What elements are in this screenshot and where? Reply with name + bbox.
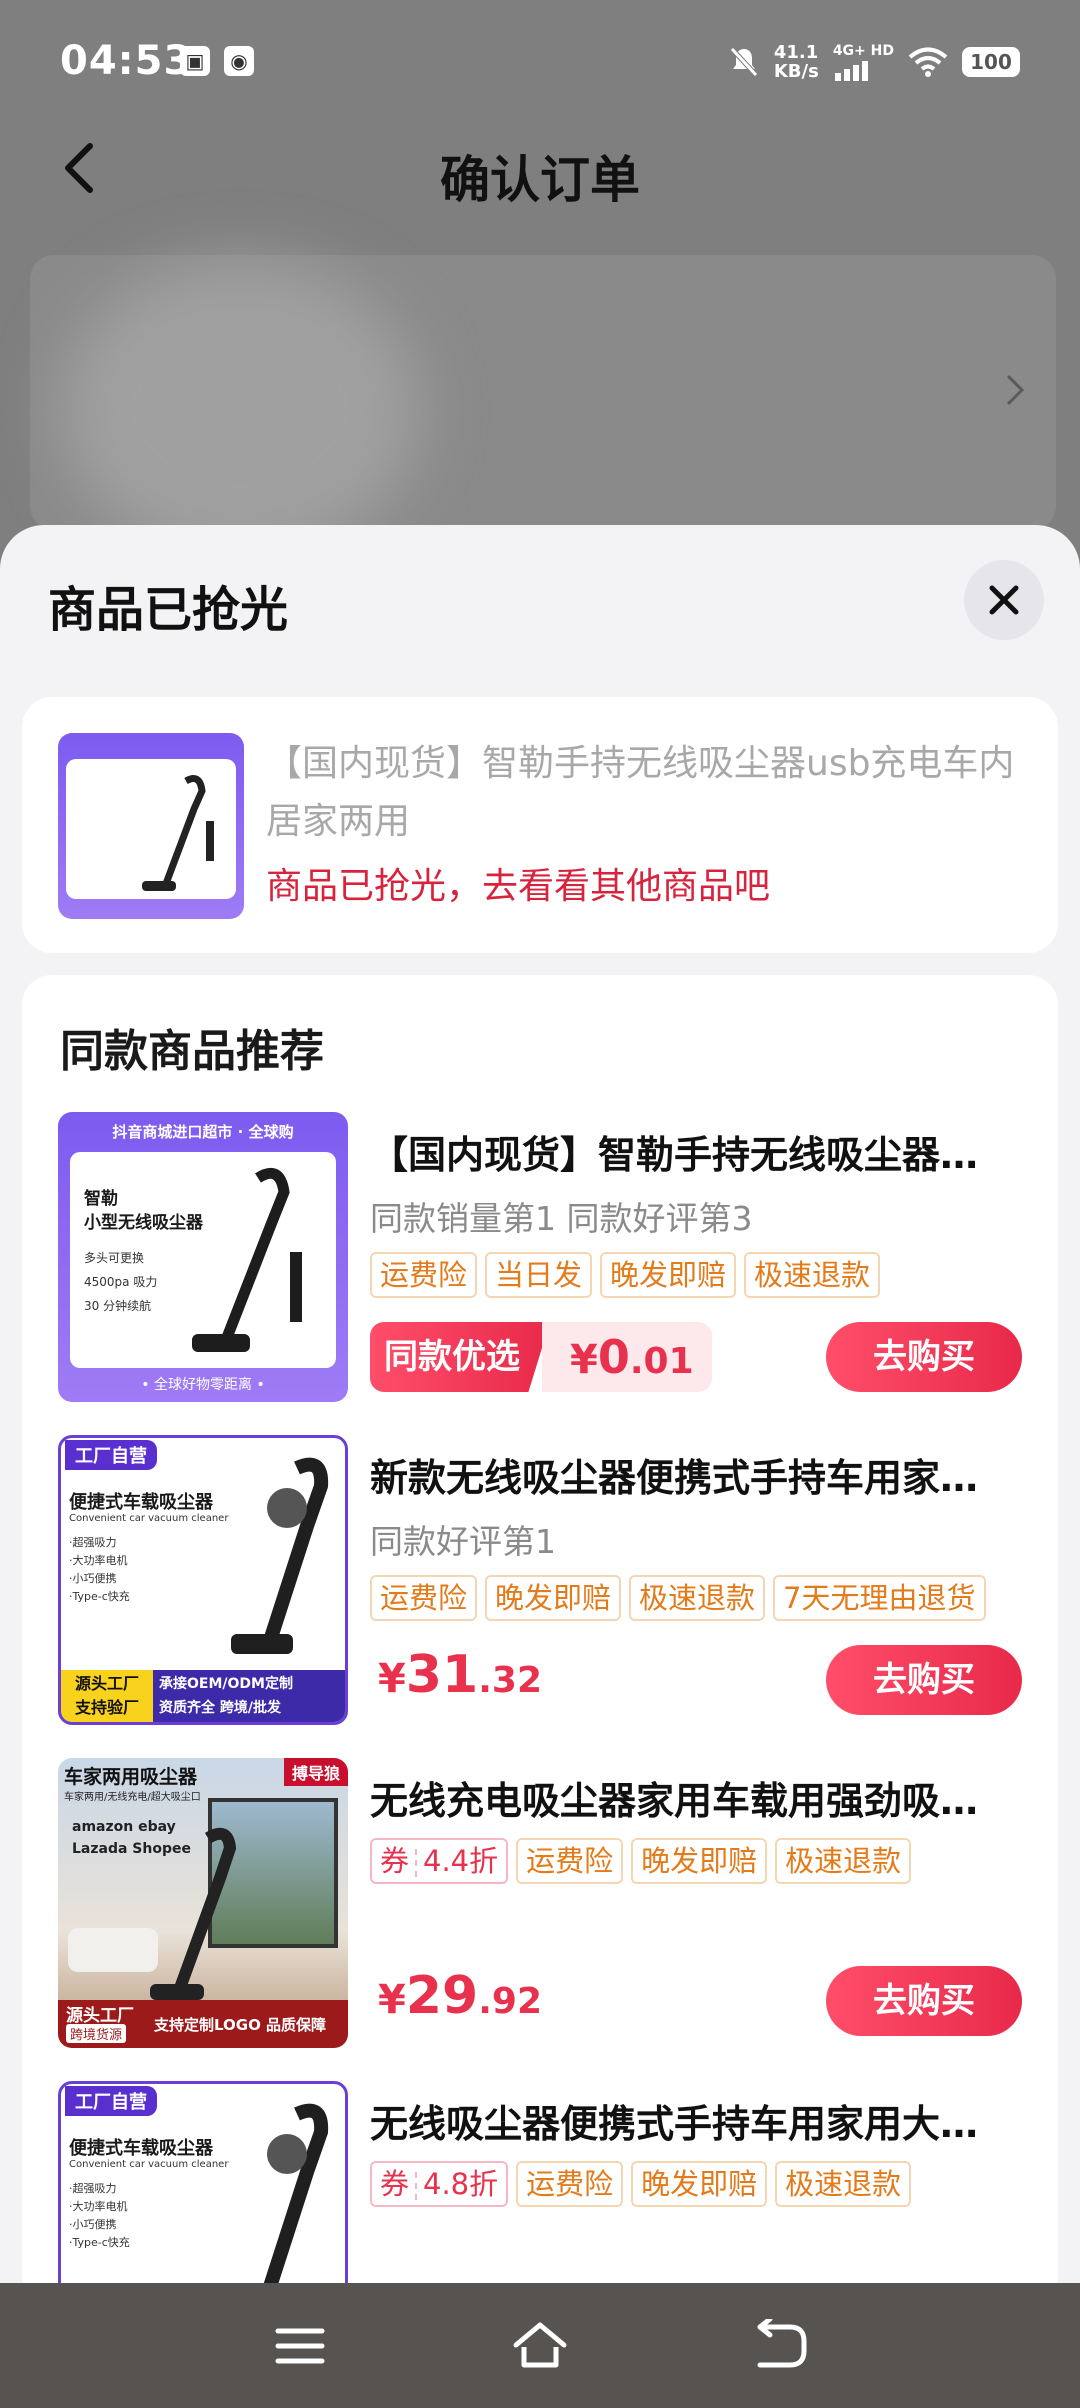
qq-app-icon: ◉ <box>224 46 254 76</box>
recommendation-list: 同款商品推荐 抖音商城进口超市 · 全球购 智勒 小型无线吸尘器 多头可更换 4… <box>22 975 1058 2285</box>
page-title: 确认订单 <box>440 151 640 209</box>
soldout-product-card: 【国内现货】智勒手持无线吸尘器usb充电车内居家两用 商品已抢光，去看看其他商品… <box>22 697 1058 953</box>
signal-icon <box>834 61 868 81</box>
tag: 晚发即赔 <box>485 1575 622 1621</box>
soldout-sheet: 商品已抢光 【国内现货】智勒手持无线吸尘器usb充电车内居家两用 商品已抢光，去… <box>0 525 1080 2285</box>
close-button[interactable] <box>964 560 1044 640</box>
service-tags: 运费险 晚发即赔 极速退款 7天无理由退货 <box>370 1575 986 1621</box>
price: ¥31.32 <box>378 1645 542 1705</box>
product-rank: 同款销量第1 同款好评第3 <box>370 1199 753 1238</box>
buy-button[interactable]: 去购买 <box>826 1645 1022 1715</box>
tag: 极速退款 <box>744 1252 881 1298</box>
coupon-tag[interactable]: 券 4.8折 <box>370 2161 509 2207</box>
soldout-product-image <box>58 733 244 919</box>
mute-icon <box>730 47 758 77</box>
product-name: 【国内现货】智勒手持无线吸尘器… <box>370 1133 979 1177</box>
price: ¥0.01 <box>542 1322 712 1392</box>
list-item[interactable]: 工厂自营 便捷式车载吸尘器 Convenient car vacuum clea… <box>22 2081 1058 2285</box>
tag: 运费险 <box>370 1252 478 1298</box>
image-foot-text: • 全球好物零距离 • <box>141 1377 265 1393</box>
tag: 极速退款 <box>629 1575 766 1621</box>
image-banner-text: 抖音商城进口超市 · 全球购 <box>112 1123 294 1141</box>
vacuum-icon <box>192 1167 302 1352</box>
buy-button[interactable]: 去购买 <box>826 1322 1022 1392</box>
network-type: 4G+ HD <box>832 43 894 59</box>
coupon-tag[interactable]: 券 4.4折 <box>370 1838 509 1884</box>
home-icon[interactable] <box>510 2319 570 2373</box>
image-footer: 源头工厂 支持验厂 承接OEM/ODM定制 资质齐全 跨境/批发 <box>61 1670 345 1722</box>
buy-button[interactable]: 去购买 <box>826 1966 1022 2036</box>
recommendation-title: 同款商品推荐 <box>60 1026 324 1077</box>
product-image: 工厂自营 便捷式车载吸尘器 Convenient car vacuum clea… <box>58 1435 348 1725</box>
back-arrow-icon[interactable] <box>750 2319 810 2373</box>
list-item[interactable]: 工厂自营 便捷式车载吸尘器 Convenient car vacuum clea… <box>22 1435 1058 1735</box>
tag: 7天无理由退货 <box>773 1575 986 1621</box>
product-name: 新款无线吸尘器便携式手持车用家… <box>370 1456 979 1500</box>
product-image: 工厂自营 便捷式车载吸尘器 Convenient car vacuum clea… <box>58 2081 348 2285</box>
tag: 运费险 <box>370 1575 478 1621</box>
product-image: 抖音商城进口超市 · 全球购 智勒 小型无线吸尘器 多头可更换 4500pa 吸… <box>58 1112 348 1402</box>
tag: 运费险 <box>516 2161 624 2207</box>
tag: 当日发 <box>485 1252 593 1298</box>
menu-icon[interactable] <box>270 2319 330 2373</box>
service-tags: 券 4.4折 运费险 晚发即赔 极速退款 <box>370 1838 912 1884</box>
clock: 04:53 <box>60 38 193 84</box>
product-name: 无线充电吸尘器家用车载用强劲吸… <box>370 1779 979 1823</box>
list-item[interactable]: 车家两用吸尘器 搏导狼 车家两用/无线充电/超大吸尘口 amazon ebay L… <box>22 1758 1058 2058</box>
soldout-product-name: 【国内现货】智勒手持无线吸尘器usb充电车内居家两用 <box>266 743 1015 842</box>
system-nav-bar <box>0 2283 1080 2408</box>
sheet-title: 商品已抢光 <box>48 582 289 638</box>
vacuum-icon <box>142 775 214 891</box>
tag: 极速退款 <box>775 2161 912 2207</box>
service-tags: 券 4.8折 运费险 晚发即赔 极速退款 <box>370 2161 912 2207</box>
price: ¥29.92 <box>378 1966 542 2026</box>
tag: 晚发即赔 <box>600 1252 737 1298</box>
signal-group: 4G+ HD <box>833 43 894 81</box>
product-name: 无线吸尘器便携式手持车用家用大… <box>370 2102 979 2146</box>
image-footer: 源头工厂 跨境货源 支持定制LOGO 品质保障 <box>58 2000 348 2048</box>
product-image: 车家两用吸尘器 搏导狼 车家两用/无线充电/超大吸尘口 amazon ebay L… <box>58 1758 348 2048</box>
list-item[interactable]: 抖音商城进口超市 · 全球购 智勒 小型无线吸尘器 多头可更换 4500pa 吸… <box>22 1112 1058 1412</box>
promo-badge: 同款优选 <box>370 1322 550 1392</box>
battery-indicator: 100 <box>962 47 1020 77</box>
service-tags: 运费险 当日发 晚发即赔 极速退款 <box>370 1252 881 1298</box>
net-speed: 41.1 KB/s <box>773 42 819 82</box>
tag: 晚发即赔 <box>631 1838 768 1884</box>
vacuum-icon <box>263 2103 329 2285</box>
page-header: 确认订单 <box>0 110 1080 230</box>
close-icon <box>989 585 1019 615</box>
redacted-address <box>60 260 420 560</box>
soldout-message: 商品已抢光，去看看其他商品吧 <box>266 866 771 907</box>
chevron-right-icon[interactable] <box>1000 370 1030 410</box>
product-rank: 同款好评第1 <box>370 1522 556 1561</box>
tag: 极速退款 <box>775 1838 912 1884</box>
tag: 晚发即赔 <box>631 2161 768 2207</box>
tag: 运费险 <box>516 1838 624 1884</box>
wifi-icon <box>908 47 948 77</box>
status-icons: 41.1 KB/s 4G+ HD 100 <box>728 40 1020 84</box>
tv-app-icon: ▣ <box>180 46 210 76</box>
